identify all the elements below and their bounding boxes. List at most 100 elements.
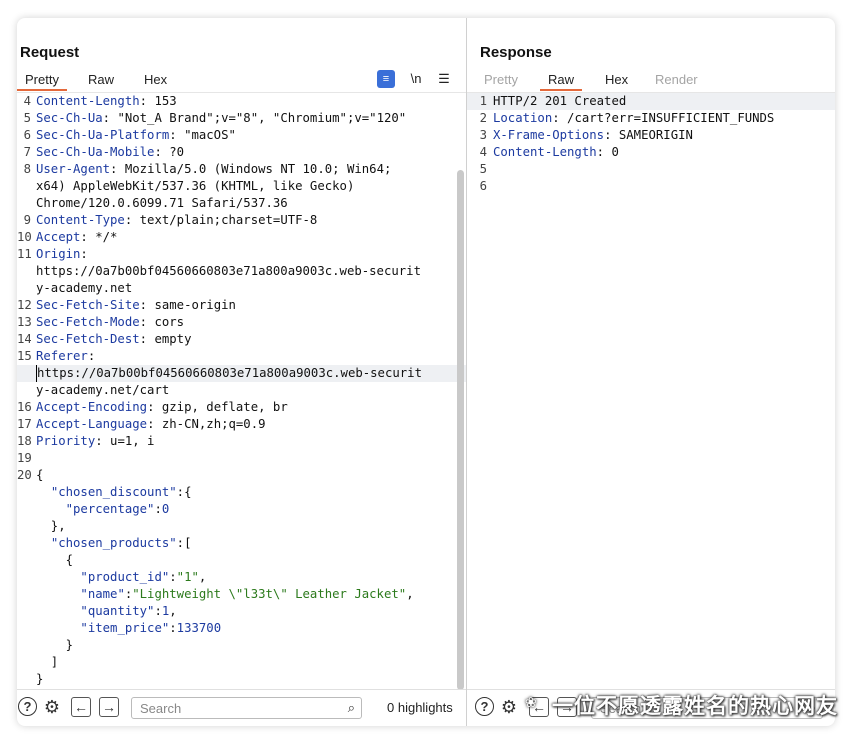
line-text[interactable]: User-Agent: Mozilla/5.0 (Windows NT 10.0…	[36, 161, 391, 178]
request-code[interactable]: 4 Content-Length: 153 5 Sec-Ch-Ua: "Not_A B…	[17, 93, 466, 688]
line-text[interactable]: Chrome/120.0.6099.71 Safari/537.36	[36, 195, 288, 212]
code-line[interactable]: "name":"Lightweight \"l33t\" Leather Jac…	[17, 586, 466, 603]
tab-hex[interactable]: Hex	[136, 71, 175, 89]
code-line[interactable]: "product_id":"1",	[17, 569, 466, 586]
code-line[interactable]: 5 Sec-Ch-Ua: "Not_A Brand";v="8", "Chromi…	[17, 110, 466, 127]
line-text[interactable]: }	[36, 637, 73, 654]
request-editor[interactable]: 4 Content-Length: 153 5 Sec-Ch-Ua: "Not_A B…	[17, 92, 466, 690]
line-text[interactable]: }	[36, 671, 43, 688]
line-text[interactable]: Location: /cart?err=INSUFFICIENT_FUNDS	[493, 110, 774, 127]
code-line[interactable]: 14 Sec-Fetch-Dest: empty	[17, 331, 466, 348]
code-line[interactable]: 4 Content-Length: 153	[17, 93, 466, 110]
code-line[interactable]: 10 Accept: */*	[17, 229, 466, 246]
code-line[interactable]: 2 Location: /cart?err=INSUFFICIENT_FUNDS	[467, 110, 835, 127]
code-line[interactable]: },	[17, 518, 466, 535]
scrollbar-thumb[interactable]	[457, 170, 464, 690]
code-line[interactable]: x64) AppleWebKit/537.36 (KHTML, like Gec…	[17, 178, 466, 195]
hamburger-menu-icon[interactable]: ☰	[435, 70, 453, 88]
line-text[interactable]: Referer:	[36, 348, 95, 365]
line-text[interactable]: https://0a7b00bf04560660803e71a800a9003c…	[36, 365, 422, 382]
tab-hex[interactable]: Hex	[597, 71, 636, 89]
tab-render[interactable]: Render	[647, 71, 706, 89]
line-text[interactable]: https://0a7b00bf04560660803e71a800a9003c…	[36, 263, 421, 280]
gear-icon[interactable]: ⚙	[42, 697, 62, 717]
search-icon[interactable]: ⌕	[348, 698, 355, 718]
code-line[interactable]: ]	[17, 654, 466, 671]
newline-toggle[interactable]: \n	[407, 70, 425, 88]
tab-pretty[interactable]: Pretty	[476, 71, 526, 89]
code-line[interactable]: "percentage":0	[17, 501, 466, 518]
code-line[interactable]: 11 Origin:	[17, 246, 466, 263]
line-text[interactable]: "item_price":133700	[36, 620, 221, 637]
line-text[interactable]: "name":"Lightweight \"l33t\" Leather Jac…	[36, 586, 413, 603]
code-line[interactable]: }	[17, 671, 466, 688]
line-text[interactable]: Priority: u=1, i	[36, 433, 154, 450]
line-text[interactable]: Sec-Ch-Ua-Mobile: ?0	[36, 144, 184, 161]
line-text[interactable]: Sec-Fetch-Mode: cors	[36, 314, 184, 331]
code-line[interactable]: 20 {	[17, 467, 466, 484]
tab-pretty[interactable]: Pretty	[17, 71, 67, 91]
request-scrollbar[interactable]	[457, 112, 464, 710]
line-text[interactable]: Sec-Fetch-Site: same-origin	[36, 297, 236, 314]
line-text[interactable]: y-academy.net	[36, 280, 132, 297]
code-line[interactable]: "item_price":133700	[17, 620, 466, 637]
code-line[interactable]: 9 Content-Type: text/plain;charset=UTF-8	[17, 212, 466, 229]
code-line[interactable]: y-academy.net	[17, 280, 466, 297]
help-icon[interactable]: ?	[18, 697, 37, 716]
code-line[interactable]: 6 Sec-Ch-Ua-Platform: "macOS"	[17, 127, 466, 144]
code-line[interactable]: https://0a7b00bf04560660803e71a800a9003c…	[17, 365, 466, 382]
code-line[interactable]: 19	[17, 450, 466, 467]
code-line[interactable]: y-academy.net/cart	[17, 382, 466, 399]
code-line[interactable]: 13 Sec-Fetch-Mode: cors	[17, 314, 466, 331]
line-text[interactable]: Sec-Ch-Ua-Platform: "macOS"	[36, 127, 236, 144]
line-text[interactable]: },	[36, 518, 66, 535]
line-text[interactable]: HTTP/2 201 Created	[493, 93, 626, 110]
code-line[interactable]: Chrome/120.0.6099.71 Safari/537.36	[17, 195, 466, 212]
line-text[interactable]: x64) AppleWebKit/537.36 (KHTML, like Gec…	[36, 178, 354, 195]
code-line[interactable]: 1 HTTP/2 201 Created	[467, 93, 835, 110]
line-text[interactable]: Content-Type: text/plain;charset=UTF-8	[36, 212, 317, 229]
line-text[interactable]: {	[36, 552, 73, 569]
code-line[interactable]: "quantity":1,	[17, 603, 466, 620]
line-text[interactable]: Accept-Encoding: gzip, deflate, br	[36, 399, 288, 416]
line-text[interactable]: Sec-Ch-Ua: "Not_A Brand";v="8", "Chromiu…	[36, 110, 406, 127]
tab-raw[interactable]: Raw	[540, 71, 583, 91]
line-text[interactable]: X-Frame-Options: SAMEORIGIN	[493, 127, 693, 144]
code-line[interactable]: "chosen_discount":{	[17, 484, 466, 501]
gear-icon[interactable]: ⚙	[499, 697, 519, 717]
code-line[interactable]: 17 Accept-Language: zh-CN,zh;q=0.9	[17, 416, 466, 433]
code-line[interactable]: 7 Sec-Ch-Ua-Mobile: ?0	[17, 144, 466, 161]
code-line[interactable]: }	[17, 637, 466, 654]
code-line[interactable]: 15 Referer:	[17, 348, 466, 365]
line-text[interactable]: "quantity":1,	[36, 603, 176, 620]
code-line[interactable]: 8 User-Agent: Mozilla/5.0 (Windows NT 10.…	[17, 161, 466, 178]
arrow-right-icon[interactable]: →	[99, 697, 119, 717]
wrap-lines-icon[interactable]: ≡	[377, 70, 395, 88]
line-text[interactable]: Accept: */*	[36, 229, 117, 246]
line-text[interactable]: Origin:	[36, 246, 88, 263]
line-text[interactable]: y-academy.net/cart	[36, 382, 169, 399]
code-line[interactable]: 4 Content-Length: 0	[467, 144, 835, 161]
line-text[interactable]: Sec-Fetch-Dest: empty	[36, 331, 191, 348]
code-line[interactable]: 18 Priority: u=1, i	[17, 433, 466, 450]
line-text[interactable]: {	[36, 467, 43, 484]
line-text[interactable]: Content-Length: 153	[36, 93, 177, 110]
arrow-left-icon[interactable]: ←	[71, 697, 91, 717]
line-text[interactable]: "percentage":0	[36, 501, 170, 518]
code-line[interactable]: 12 Sec-Fetch-Site: same-origin	[17, 297, 466, 314]
help-icon[interactable]: ?	[475, 697, 494, 716]
line-text[interactable]: ]	[36, 654, 58, 671]
line-text[interactable]: Content-Length: 0	[493, 144, 619, 161]
code-line[interactable]: 16 Accept-Encoding: gzip, deflate, br	[17, 399, 466, 416]
search-input[interactable]	[138, 699, 332, 718]
response-code[interactable]: 1 HTTP/2 201 Created 2 Location: /cart?err=…	[467, 93, 835, 195]
code-line[interactable]: "chosen_products":[	[17, 535, 466, 552]
code-line[interactable]: https://0a7b00bf04560660803e71a800a9003c…	[17, 263, 466, 280]
tab-raw[interactable]: Raw	[80, 71, 122, 89]
code-line[interactable]: 5	[467, 161, 835, 178]
line-text[interactable]: "chosen_discount":{	[36, 484, 192, 501]
line-text[interactable]: "chosen_products":[	[36, 535, 192, 552]
code-line[interactable]: 6	[467, 178, 835, 195]
response-editor[interactable]: 1 HTTP/2 201 Created 2 Location: /cart?err=…	[467, 92, 835, 690]
code-line[interactable]: {	[17, 552, 466, 569]
